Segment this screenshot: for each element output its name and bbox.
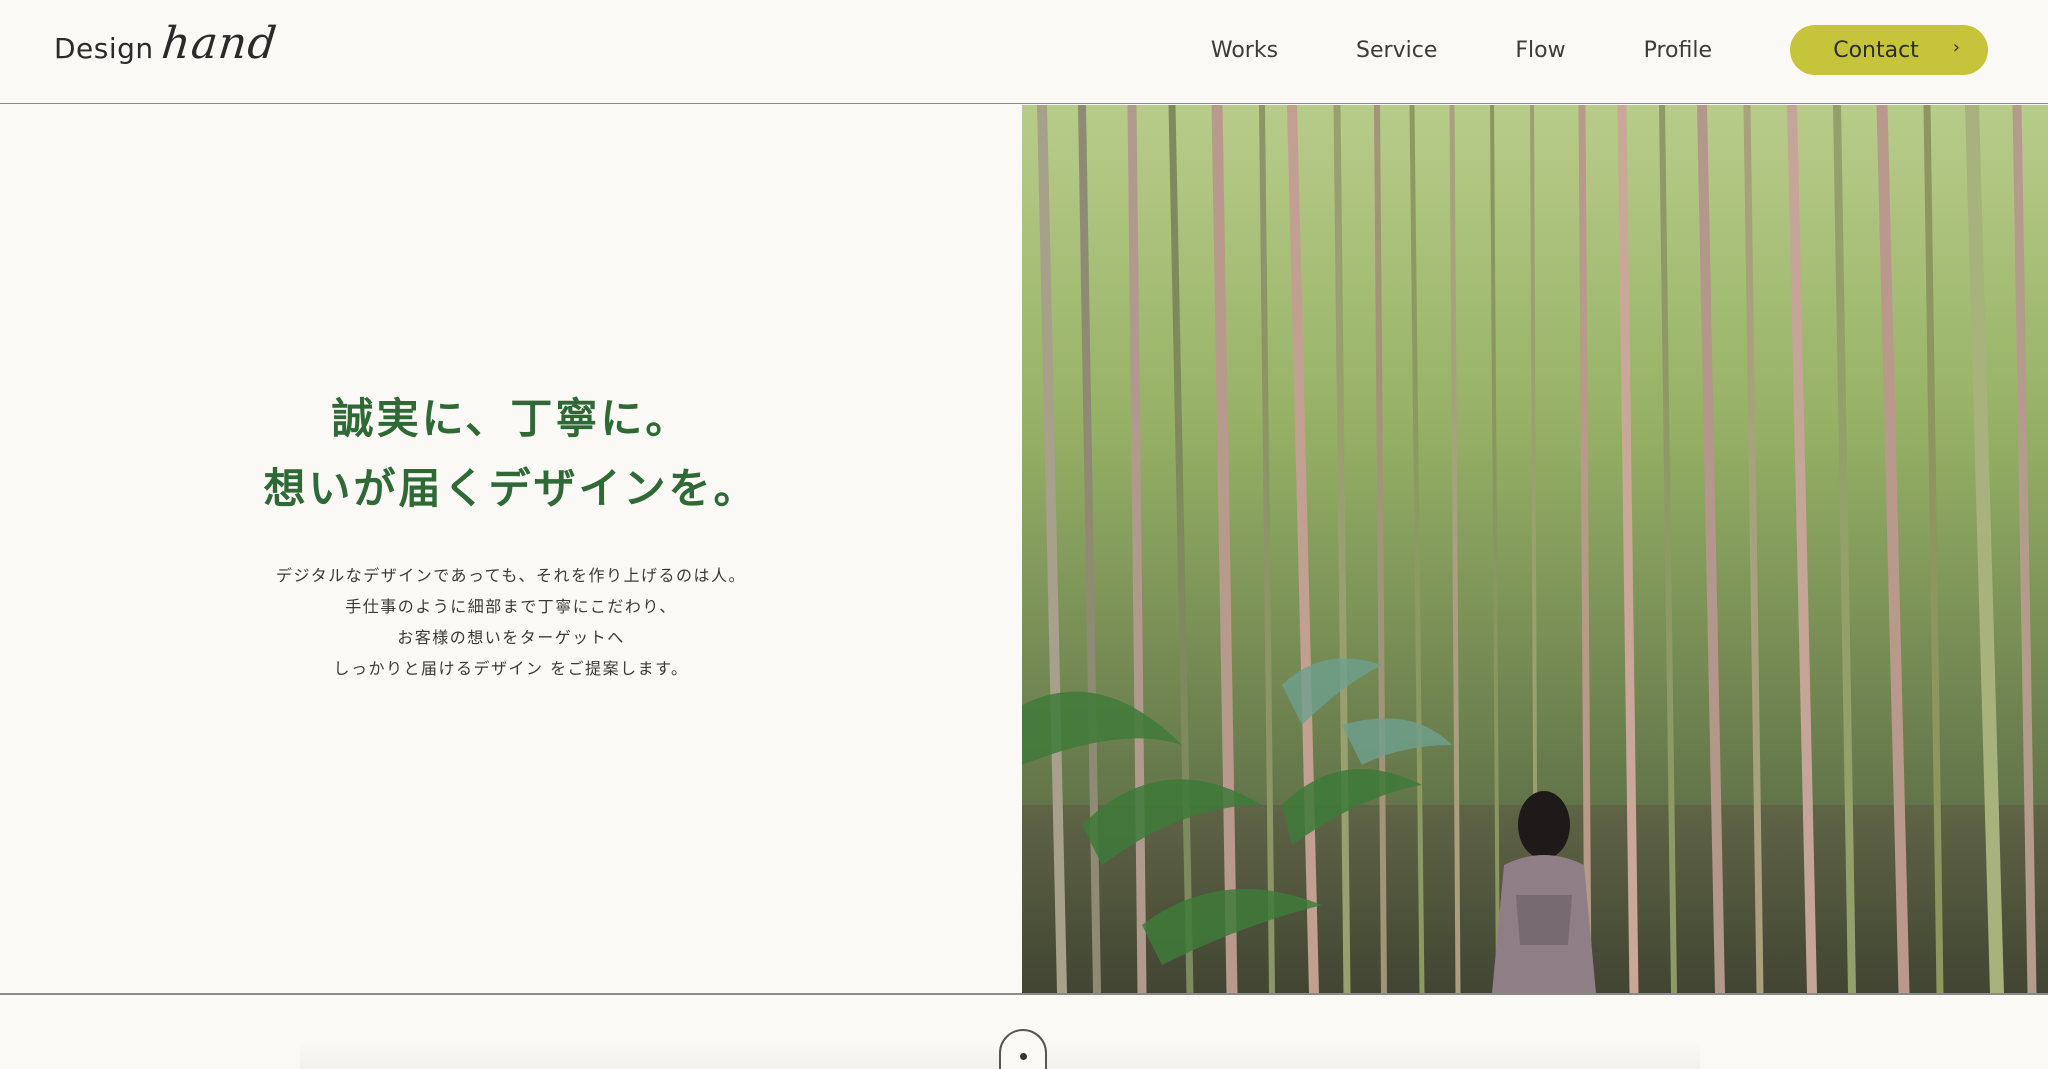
chevron-right-icon: › bbox=[1952, 37, 1960, 58]
hero-body-line-2: 手仕事のように細部まで丁寧にこだわり、 bbox=[345, 597, 677, 616]
main-nav: Works Service Flow Profile Contact › bbox=[1211, 25, 1988, 75]
hero-title-line-2: 想いが届くデザインを。 bbox=[263, 464, 759, 513]
logo-hand-text: hand bbox=[159, 18, 280, 69]
hero-bamboo-image bbox=[1022, 105, 2048, 993]
contact-button[interactable]: Contact › bbox=[1790, 25, 1988, 75]
hero-body-line-4: しっかりと届けるデザイン をご提案します。 bbox=[333, 659, 689, 678]
nav-profile[interactable]: Profile bbox=[1644, 38, 1712, 63]
nav-works[interactable]: Works bbox=[1211, 38, 1278, 63]
section-divider bbox=[0, 993, 2048, 995]
page: Design hand Works Service Flow Profile C… bbox=[0, 0, 2048, 1069]
logo-design-text: Design bbox=[54, 32, 154, 65]
logo[interactable]: Design hand bbox=[54, 18, 280, 78]
site-header: Design hand Works Service Flow Profile C… bbox=[0, 0, 2048, 104]
contact-button-label: Contact bbox=[1833, 37, 1919, 63]
nav-service[interactable]: Service bbox=[1356, 38, 1437, 63]
nav-flow[interactable]: Flow bbox=[1515, 38, 1565, 63]
scroll-dot-icon bbox=[1020, 1053, 1027, 1060]
bamboo-illustration bbox=[1022, 105, 2048, 993]
hero-body-line-1: デジタルなデザインであっても、それを作り上げるのは人。 bbox=[276, 566, 746, 585]
hero-title-line-1: 誠実に、丁寧に。 bbox=[331, 394, 691, 443]
hero-text-panel: 誠実に、丁寧に。 想いが届くデザインを。 デジタルなデザインであっても、それを作… bbox=[0, 105, 1022, 993]
hero-body-line-3: お客様の想いをターゲットへ bbox=[397, 628, 625, 647]
scroll-indicator[interactable] bbox=[999, 1029, 1047, 1069]
